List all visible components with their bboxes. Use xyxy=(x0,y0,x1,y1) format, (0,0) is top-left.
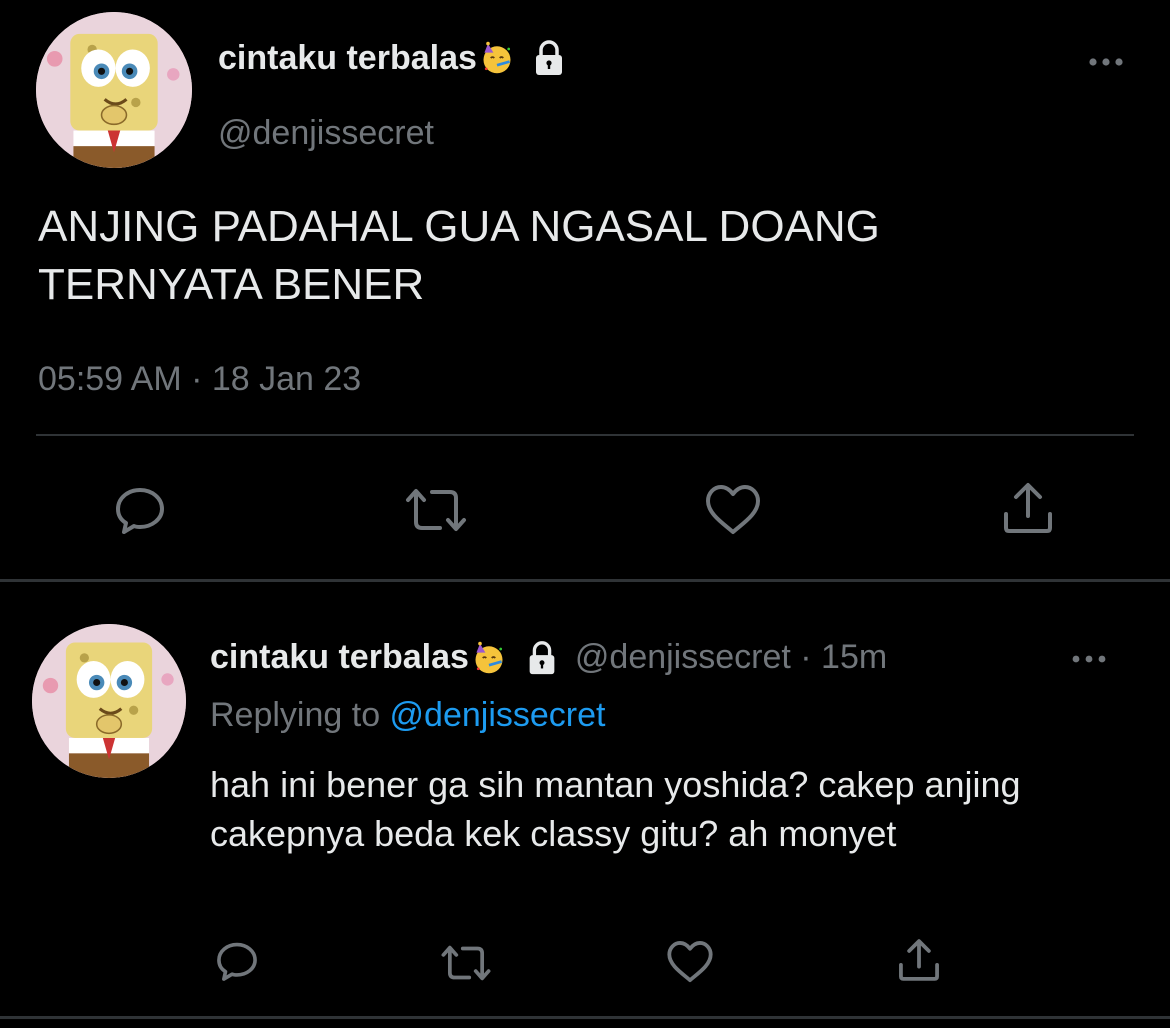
avatar[interactable] xyxy=(32,624,186,778)
avatar[interactable] xyxy=(36,12,192,168)
divider xyxy=(36,434,1134,436)
reply-bubble-icon xyxy=(217,942,257,981)
partying-face-emoji-icon xyxy=(479,40,515,76)
replying-handle-link[interactable]: @denjissecret xyxy=(390,696,606,734)
main-tweet: cintaku terbalas @denjissecret ANJING PA… xyxy=(0,0,1170,580)
handle-and-time[interactable]: @denjissecret · 15m xyxy=(575,638,887,677)
heart-icon xyxy=(667,941,713,983)
retweet-button[interactable] xyxy=(402,484,470,536)
retweet-button[interactable] xyxy=(438,942,494,984)
share-button[interactable] xyxy=(1000,480,1056,536)
tweet-text: hah ini bener ga sih mantan yoshida? cak… xyxy=(210,764,1021,854)
retweet-icon xyxy=(406,489,466,531)
replying-to: Replying to @denjissecret xyxy=(210,696,605,735)
reply-button[interactable] xyxy=(112,482,168,538)
reply-button[interactable] xyxy=(214,938,260,984)
partying-face-emoji-icon xyxy=(471,640,507,676)
replying-prefix: Replying to xyxy=(210,696,390,734)
reply-bubble-icon xyxy=(116,488,164,534)
tweet-thread-view: cintaku terbalas @denjissecret ANJING PA… xyxy=(0,0,1170,1028)
share-icon xyxy=(899,939,939,981)
share-icon xyxy=(1004,483,1052,533)
divider xyxy=(0,1016,1170,1019)
lock-icon xyxy=(529,38,569,78)
more-dots-icon[interactable] xyxy=(1086,50,1126,74)
tweet-timestamp[interactable]: 05:59 AM · 18 Jan 23 xyxy=(38,360,361,399)
more-dots-icon[interactable] xyxy=(1070,648,1108,670)
display-name[interactable]: cintaku terbalas xyxy=(218,39,477,78)
reply-header: cintaku terbalas @denjissecret · 15m xyxy=(210,638,887,677)
display-name[interactable]: cintaku terbalas xyxy=(210,638,469,677)
spongebob-avatar-icon xyxy=(36,12,192,168)
tweet-text-line: ANJING PADAHAL GUA NGASAL DOANG xyxy=(38,202,880,251)
like-button[interactable] xyxy=(704,484,762,536)
tweet-text: ANJING PADAHAL GUA NGASAL DOANG TERNYATA… xyxy=(38,198,1128,314)
display-name-row[interactable]: cintaku terbalas xyxy=(218,38,569,78)
share-button[interactable] xyxy=(896,936,942,984)
like-button[interactable] xyxy=(666,940,714,984)
tweet-text-line: TERNYATA BENER xyxy=(38,260,425,309)
retweet-icon xyxy=(441,945,491,981)
handle[interactable]: @denjissecret xyxy=(218,114,434,153)
lock-icon xyxy=(523,639,561,677)
heart-icon xyxy=(706,485,760,534)
spongebob-avatar-icon xyxy=(32,624,186,778)
divider xyxy=(0,579,1170,582)
